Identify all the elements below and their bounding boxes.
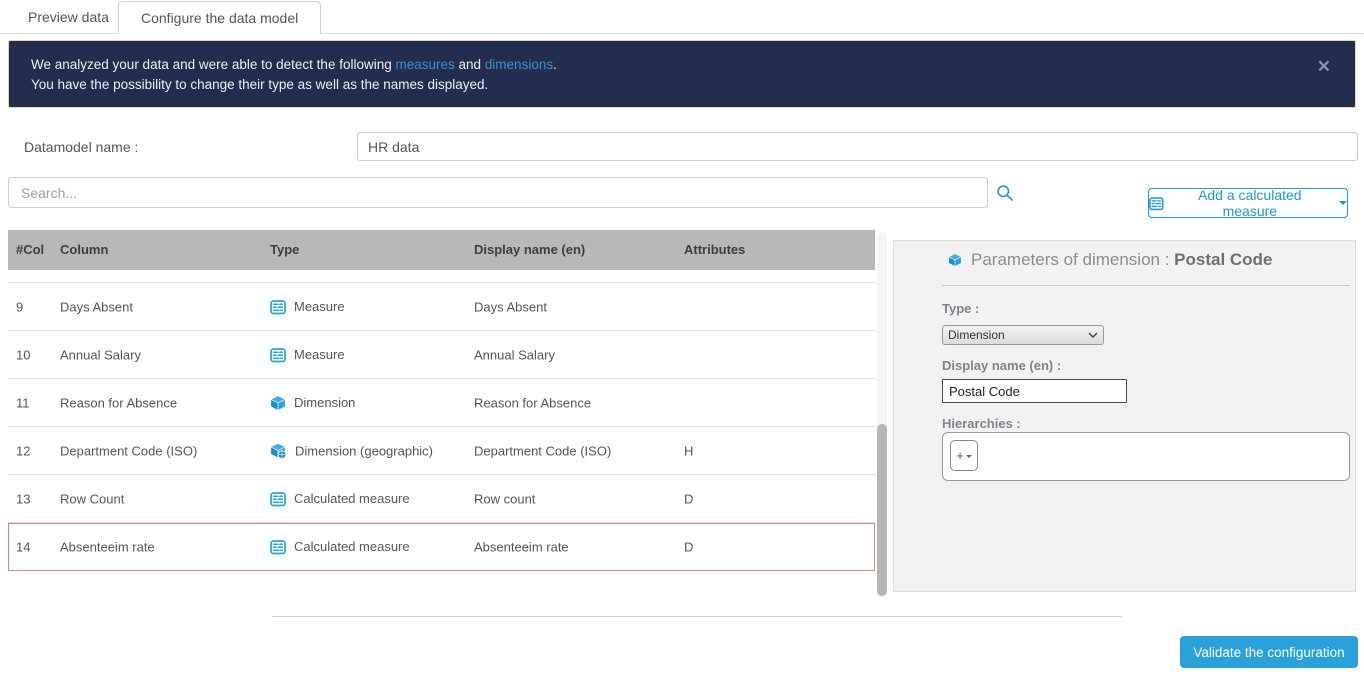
type-label: Type :: [942, 301, 979, 316]
banner-text-3: .: [553, 57, 557, 72]
panel-title-dimension-name: Postal Code: [1174, 250, 1272, 269]
banner-text-1: We analyzed your data and were able to d…: [31, 57, 395, 72]
table-row[interactable]: 11 Reason for Absence Dimension Reason f…: [8, 379, 875, 427]
tab-bar: Preview data Configure the data model: [0, 0, 1364, 34]
table-row[interactable]: 9 Days Absent Measure Days Absent: [8, 283, 875, 331]
type-select-wrap: Dimension: [942, 325, 1104, 345]
hierarchies-label: Hierarchies :: [942, 416, 1021, 431]
row-type-label: Dimension (geographic): [295, 443, 433, 458]
panel-title-prefix: Parameters of dimension :: [971, 250, 1174, 269]
panel-title: Parameters of dimension : Postal Code: [948, 250, 1272, 270]
tab-configure-data-model[interactable]: Configure the data model: [118, 1, 321, 34]
datamodel-name-label: Datamodel name :: [24, 139, 138, 155]
validate-configuration-button[interactable]: Validate the configuration: [1180, 636, 1358, 668]
row-col-number: 12: [16, 443, 30, 458]
row-type-label: Dimension: [294, 395, 355, 410]
row-type-label: Measure: [294, 299, 345, 314]
row-type-label: Calculated measure: [294, 539, 410, 554]
table-row[interactable]: 13 Row Count Calculated measure Row coun…: [8, 475, 875, 523]
panel-divider: [942, 285, 1350, 286]
row-display-name: Days Absent: [474, 299, 547, 314]
row-attributes: D: [684, 491, 693, 506]
header-column: Column: [60, 230, 108, 270]
row-col-number: 14: [16, 539, 30, 554]
row-col-number: 10: [16, 347, 30, 362]
banner-message-line2: You have the possibility to change their…: [31, 75, 1307, 95]
dimension-icon: [948, 253, 962, 267]
row-col-number: 11: [16, 395, 30, 410]
dimension-geographic-icon: [270, 442, 287, 459]
measures-link[interactable]: measures: [395, 57, 454, 72]
row-column-name: Row Count: [60, 491, 124, 506]
row-type-cell: Calculated measure: [270, 491, 410, 507]
chevron-down-icon: [966, 455, 972, 458]
row-column-name: Annual Salary: [60, 347, 141, 362]
tab-preview-data[interactable]: Preview data: [10, 1, 127, 33]
calculated-measure-icon: [270, 491, 286, 507]
row-type-cell: Dimension: [270, 395, 355, 411]
header-attributes: Attributes: [684, 230, 745, 270]
row-type-cell: Measure: [270, 347, 345, 363]
header-display-name: Display name (en): [474, 230, 585, 270]
header-type: Type: [270, 230, 299, 270]
calculated-measure-icon: [270, 539, 286, 555]
row-attributes: D: [684, 539, 693, 554]
measure-icon: [270, 347, 286, 363]
row-display-name: Absenteeim rate: [474, 539, 569, 554]
search-input[interactable]: [8, 177, 988, 208]
add-calculated-measure-button[interactable]: Add a calculated measure: [1148, 188, 1348, 218]
dimension-icon: [270, 395, 286, 411]
plus-icon: +: [956, 449, 964, 462]
row-column-name: Department Code (ISO): [60, 443, 197, 458]
row-display-name: Annual Salary: [474, 347, 555, 362]
display-name-input[interactable]: [942, 379, 1127, 403]
table-row-selected[interactable]: 14 Absenteeim rate Calculated measure Ab…: [8, 523, 875, 571]
row-col-number: 13: [16, 491, 30, 506]
table-header: #Col Column Type Display name (en) Attri…: [8, 230, 875, 270]
row-type-label: Calculated measure: [294, 491, 410, 506]
type-select[interactable]: Dimension: [942, 325, 1104, 345]
row-col-number: 9: [16, 299, 23, 314]
banner-text-2: and: [455, 57, 485, 72]
scrolled-row-sliver: [8, 270, 875, 283]
configure-data-model-page: Preview data Configure the data model We…: [0, 0, 1364, 680]
row-column-name: Absenteeim rate: [60, 539, 155, 554]
row-display-name: Reason for Absence: [474, 395, 591, 410]
parameters-panel: Parameters of dimension : Postal Code Ty…: [893, 240, 1356, 592]
close-icon[interactable]: ✕: [1317, 58, 1331, 75]
table-row[interactable]: 10 Annual Salary Measure Annual Salary: [8, 331, 875, 379]
panel-title-text: Parameters of dimension : Postal Code: [971, 250, 1272, 270]
datamodel-name-input[interactable]: [357, 132, 1358, 161]
row-type-cell: Measure: [270, 299, 345, 315]
row-column-name: Reason for Absence: [60, 395, 177, 410]
add-hierarchy-button[interactable]: +: [950, 440, 978, 471]
row-attributes: H: [684, 443, 693, 458]
footer-divider: [272, 616, 1122, 617]
chevron-down-icon: [1339, 201, 1347, 205]
add-calculated-measure-label: Add a calculated measure: [1171, 187, 1329, 219]
calculated-measure-icon: [1149, 196, 1164, 211]
row-type-cell: Dimension (geographic): [270, 442, 433, 459]
table-body: 9 Days Absent Measure Days Absent 10 Ann…: [8, 270, 875, 571]
table-scrollbar-thumb[interactable]: [877, 424, 887, 596]
dimensions-link[interactable]: dimensions: [485, 57, 553, 72]
row-type-label: Measure: [294, 347, 345, 362]
row-type-cell: Calculated measure: [270, 539, 410, 555]
row-column-name: Days Absent: [60, 299, 133, 314]
display-name-label: Display name (en) :: [942, 358, 1061, 373]
table-row[interactable]: 12 Department Code (ISO) Dimension (geog…: [8, 427, 875, 475]
hierarchies-box: +: [942, 432, 1350, 481]
header-col-number: #Col: [16, 230, 44, 270]
row-display-name: Department Code (ISO): [474, 443, 611, 458]
banner-message-line1: We analyzed your data and were able to d…: [31, 55, 1307, 75]
info-banner: We analyzed your data and were able to d…: [8, 40, 1356, 108]
measure-icon: [270, 299, 286, 315]
search-icon[interactable]: [996, 184, 1014, 202]
row-display-name: Row count: [474, 491, 535, 506]
